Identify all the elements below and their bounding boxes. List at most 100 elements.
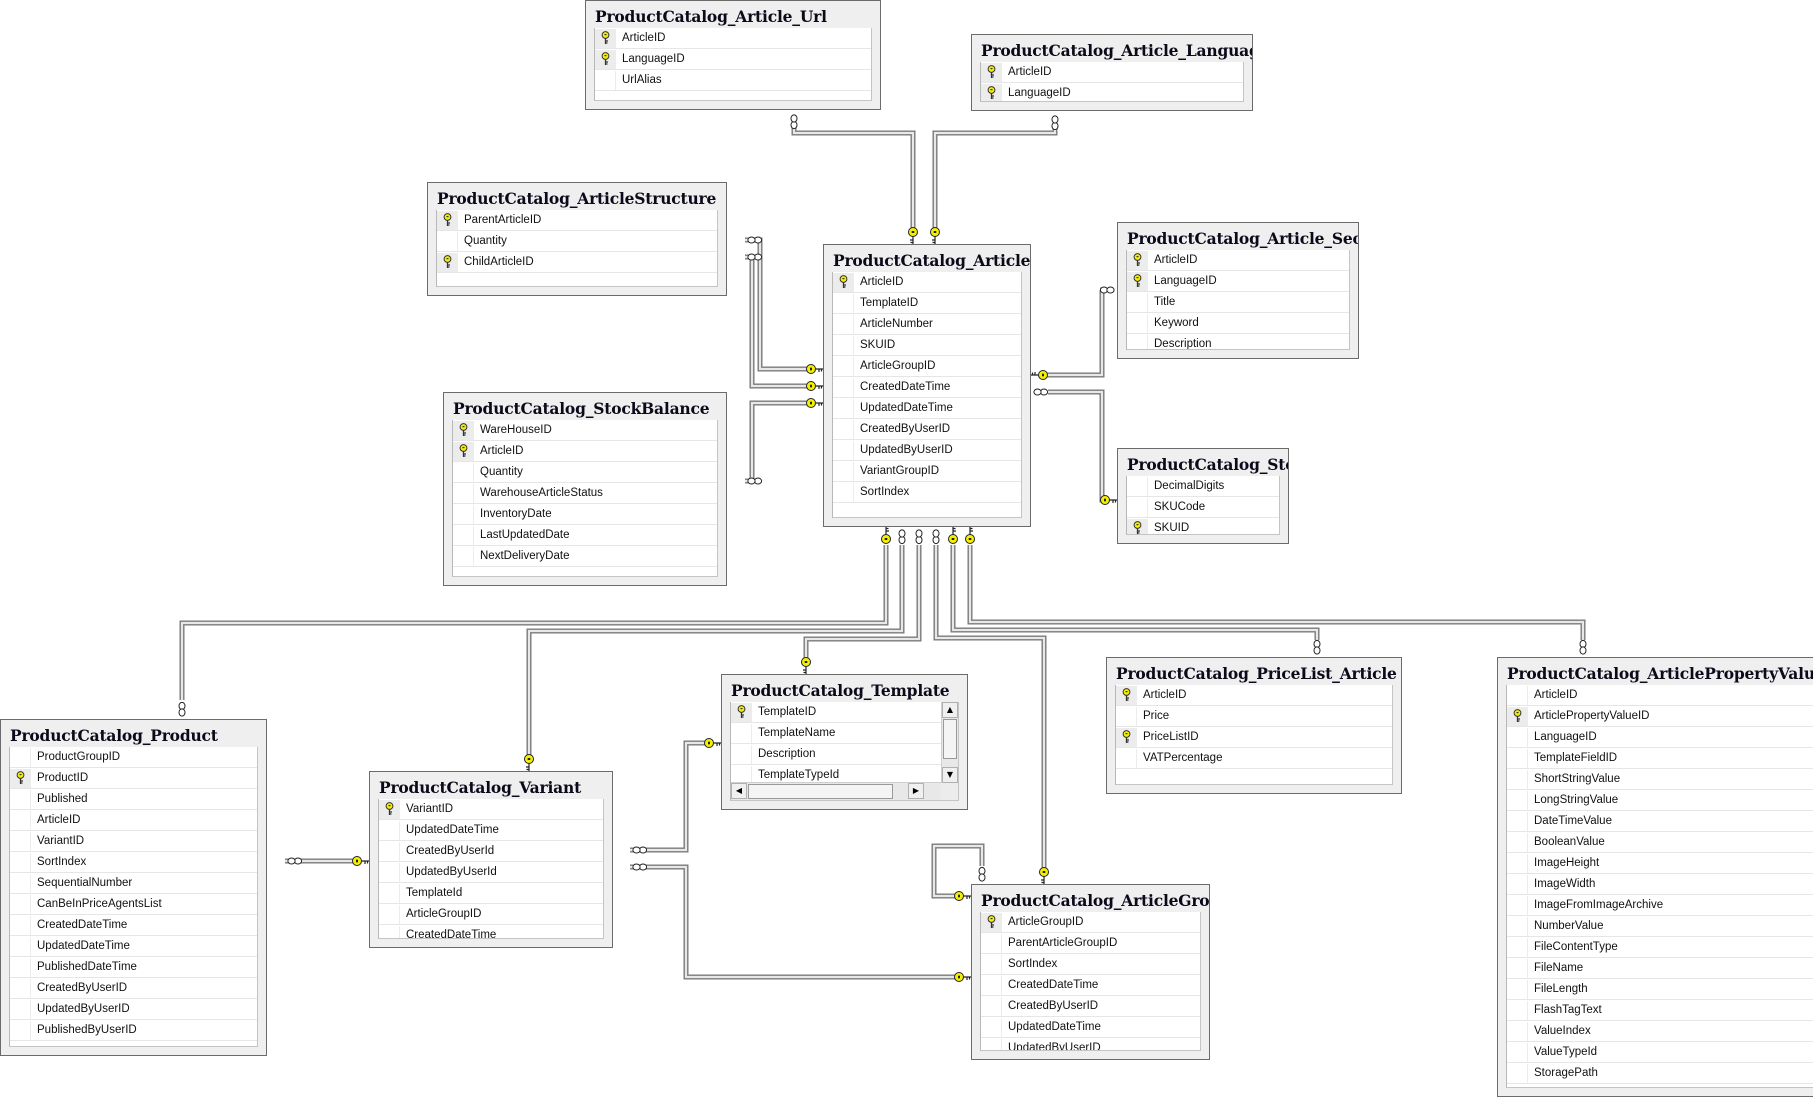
column-row[interactable]: ArticleID — [1127, 250, 1349, 271]
row-selector[interactable] — [10, 915, 31, 935]
row-selector[interactable] — [833, 356, 854, 376]
row-selector[interactable] — [1507, 1063, 1528, 1083]
row-selector[interactable] — [1507, 790, 1528, 810]
column-row[interactable]: ArticleID — [981, 62, 1243, 83]
row-selector[interactable] — [1507, 895, 1528, 915]
row-selector[interactable] — [379, 820, 400, 840]
column-row[interactable]: UpdatedByUserId — [379, 862, 603, 883]
column-row[interactable]: CreatedByUserId — [379, 841, 603, 862]
row-selector[interactable] — [731, 702, 752, 722]
row-selector[interactable] — [453, 546, 474, 566]
row-selector[interactable] — [1507, 727, 1528, 747]
column-row[interactable]: ArticleID — [453, 441, 717, 462]
column-row[interactable]: Description — [731, 744, 941, 765]
row-selector[interactable] — [1127, 292, 1148, 312]
column-row[interactable]: ChildArticleID — [437, 252, 717, 273]
row-selector[interactable] — [833, 314, 854, 334]
row-selector[interactable] — [1127, 518, 1148, 534]
row-selector[interactable] — [833, 398, 854, 418]
column-row[interactable]: ValueIndex — [1507, 1021, 1813, 1042]
row-selector[interactable] — [453, 462, 474, 482]
row-selector[interactable] — [1127, 313, 1148, 333]
column-row[interactable]: LanguageID — [981, 83, 1243, 101]
row-selector[interactable] — [833, 377, 854, 397]
row-selector[interactable] — [10, 936, 31, 956]
column-row[interactable]: UpdatedByUserID — [10, 999, 257, 1020]
row-selector[interactable] — [1127, 271, 1148, 291]
column-row[interactable]: Keyword — [1127, 313, 1349, 334]
column-row[interactable]: CreatedDateTime — [833, 377, 1021, 398]
connector-article-language-article[interactable] — [932, 128, 1058, 232]
row-selector[interactable] — [10, 873, 31, 893]
row-selector[interactable] — [10, 852, 31, 872]
horizontal-scrollbar[interactable]: ◀ ▶ — [731, 782, 941, 800]
row-selector[interactable] — [731, 744, 752, 764]
scroll-thumb[interactable] — [748, 784, 893, 799]
column-row[interactable]: CreatedDateTime — [10, 915, 257, 936]
row-selector[interactable] — [1507, 1000, 1528, 1020]
table-title[interactable]: ProductCatalog_Variant — [370, 772, 612, 800]
row-selector[interactable] — [981, 975, 1002, 995]
row-selector[interactable] — [1507, 685, 1528, 705]
table-template[interactable]: ProductCatalog_Template TemplateID Templa… — [721, 674, 968, 810]
column-row[interactable]: LanguageID — [1507, 727, 1813, 748]
column-row[interactable]: ArticleGroupID — [833, 356, 1021, 377]
row-selector[interactable] — [833, 461, 854, 481]
row-selector[interactable] — [379, 799, 400, 819]
column-row[interactable]: DecimalDigits — [1127, 476, 1279, 497]
column-row[interactable]: UrlAlias — [595, 70, 871, 91]
scroll-thumb[interactable] — [943, 719, 957, 759]
row-selector[interactable] — [379, 841, 400, 861]
column-row[interactable]: UpdatedDateTime — [10, 936, 257, 957]
row-selector[interactable] — [437, 231, 458, 251]
column-row[interactable]: LongStringValue — [1507, 790, 1813, 811]
column-row[interactable]: TemplateId — [379, 883, 603, 904]
column-row[interactable]: CreatedByUserID — [833, 419, 1021, 440]
connector-article-stockunit[interactable] — [1048, 389, 1105, 503]
column-row[interactable]: ImageHeight — [1507, 853, 1813, 874]
row-selector[interactable] — [1116, 706, 1137, 726]
row-selector[interactable] — [1507, 874, 1528, 894]
row-selector[interactable] — [453, 420, 474, 440]
column-row[interactable]: ArticleGroupID — [379, 904, 603, 925]
column-row[interactable]: ArticleNumber — [833, 314, 1021, 335]
column-row[interactable]: Quantity — [437, 231, 717, 252]
row-selector[interactable] — [10, 810, 31, 830]
scroll-up-button[interactable]: ▲ — [942, 702, 958, 718]
column-row[interactable]: ParentArticleID — [437, 210, 717, 231]
column-row[interactable]: ImageWidth — [1507, 874, 1813, 895]
table-title[interactable]: ProductCatalog_ArticleGroup — [972, 885, 1209, 913]
column-row[interactable]: InventoryDate — [453, 504, 717, 525]
column-row[interactable]: LanguageID — [1127, 271, 1349, 292]
table-title[interactable]: ProductCatalog_Article_Language — [972, 35, 1252, 63]
column-row[interactable]: PublishedByUserID — [10, 1020, 257, 1041]
connector-variant-template[interactable] — [630, 740, 707, 853]
row-selector[interactable] — [981, 1038, 1002, 1050]
row-selector[interactable] — [1507, 853, 1528, 873]
row-selector[interactable] — [10, 978, 31, 998]
column-row[interactable]: ParentArticleGroupID — [981, 933, 1200, 954]
column-row[interactable]: WarehouseArticleStatus — [453, 483, 717, 504]
row-selector[interactable] — [453, 441, 474, 461]
row-selector[interactable] — [1507, 958, 1528, 978]
column-row[interactable]: ProductID — [10, 768, 257, 789]
row-selector[interactable] — [10, 894, 31, 914]
column-row[interactable]: VariantID — [10, 831, 257, 852]
table-article-seo[interactable]: ProductCatalog_Article_Seo ArticleID Lan… — [1117, 222, 1359, 359]
column-row[interactable]: VariantID — [379, 799, 603, 820]
row-selector[interactable] — [453, 504, 474, 524]
column-row[interactable]: ArticlePropertyValueID — [1507, 706, 1813, 727]
row-selector[interactable] — [1127, 250, 1148, 270]
row-selector[interactable] — [10, 1020, 31, 1040]
column-row[interactable]: Published — [10, 789, 257, 810]
connector-stockbalance-article[interactable] — [745, 400, 809, 484]
column-row[interactable]: SortIndex — [833, 482, 1021, 503]
scroll-right-button[interactable]: ▶ — [908, 783, 924, 799]
column-row[interactable]: NextDeliveryDate — [453, 546, 717, 567]
column-row[interactable]: UpdatedByUserID — [981, 1038, 1200, 1050]
row-selector[interactable] — [981, 933, 1002, 953]
row-selector[interactable] — [833, 272, 854, 292]
row-selector[interactable] — [10, 789, 31, 809]
table-article[interactable]: ProductCatalog_Article ArticleID Template… — [823, 244, 1031, 527]
row-selector[interactable] — [1507, 1042, 1528, 1062]
